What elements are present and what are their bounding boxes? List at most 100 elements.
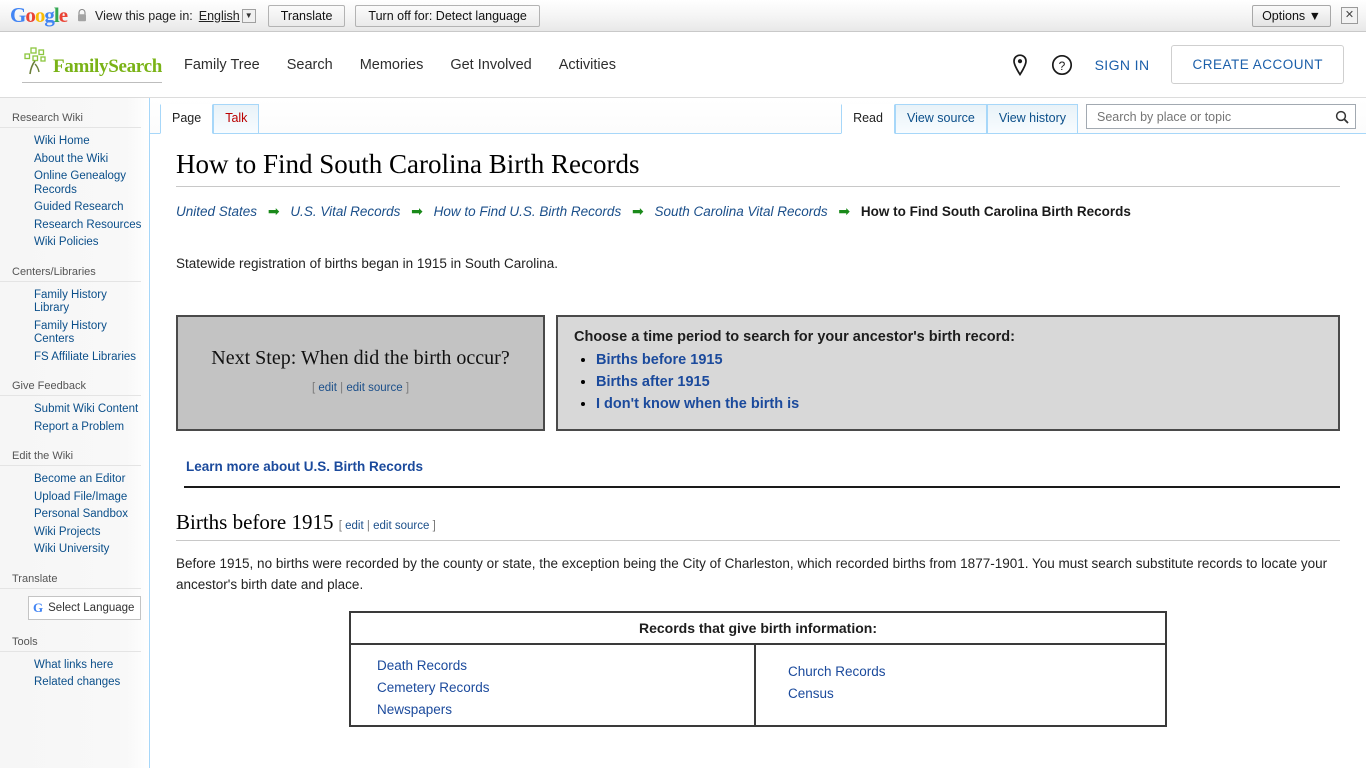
sidebar-item-related-changes[interactable]: Related changes	[0, 674, 149, 692]
record-link-death-records[interactable]: Death Records	[377, 655, 754, 677]
option-unknown-birth-date[interactable]: I don't know when the birth is	[596, 396, 799, 412]
option-births-before-1915[interactable]: Births before 1915	[596, 352, 723, 368]
edit-link[interactable]: edit	[318, 382, 337, 394]
header-right-controls: ? SIGN IN CREATE ACCOUNT	[1011, 45, 1344, 84]
sidebar-item-online-genealogy-records[interactable]: Online Genealogy Records	[0, 168, 149, 199]
tab-page[interactable]: Page	[160, 104, 214, 134]
record-link-census[interactable]: Census	[788, 683, 1165, 705]
sidebar-item-wiki-policies[interactable]: Wiki Policies	[0, 234, 149, 252]
sidebar-group-edit-the-wiki: Become an Editor Upload File/Image Perso…	[0, 469, 149, 569]
familysearch-logo[interactable]: FamilySearch	[22, 46, 162, 83]
nav-item-memories[interactable]: Memories	[360, 57, 424, 73]
sidebar-item-submit-wiki-content[interactable]: Submit Wiki Content	[0, 401, 149, 419]
search-box[interactable]	[1086, 104, 1356, 129]
search-icon[interactable]	[1335, 110, 1349, 124]
record-link-cemetery-records[interactable]: Cemetery Records	[377, 677, 754, 699]
sidebar-item-what-links-here[interactable]: What links here	[0, 657, 149, 675]
wiki-tab-bar: Page Talk Read View source View history	[150, 98, 1366, 134]
records-column-left: Death Records Cemetery Records Newspaper…	[351, 645, 754, 725]
sidebar-item-report-a-problem[interactable]: Report a Problem	[0, 419, 149, 437]
chevron-down-icon[interactable]: ▼	[241, 8, 256, 23]
translate-language-link[interactable]: English	[199, 9, 240, 23]
sidebar-item-family-history-centers[interactable]: Family History Centers	[0, 318, 149, 349]
brand-name: FamilySearch	[53, 56, 162, 77]
nav-item-search[interactable]: Search	[287, 57, 333, 73]
breadcrumb-arrow-icon: ➡	[267, 203, 280, 219]
sidebar-item-research-resources[interactable]: Research Resources	[0, 217, 149, 235]
nav-item-activities[interactable]: Activities	[559, 57, 616, 73]
sidebar-item-about-the-wiki[interactable]: About the Wiki	[0, 151, 149, 169]
section-title-births-before-1915: Births before 1915 [ edit | edit source …	[176, 510, 1340, 541]
help-circle-icon[interactable]: ?	[1051, 54, 1073, 76]
breadcrumb-item-us-vital-records[interactable]: U.S. Vital Records	[290, 204, 400, 219]
list-item: I don't know when the birth is	[596, 395, 1322, 413]
section-heading-text: Births before 1915	[176, 510, 334, 534]
sidebar-group-tools: What links here Related changes	[0, 655, 149, 702]
location-pin-icon[interactable]	[1011, 53, 1029, 76]
search-input[interactable]	[1095, 108, 1335, 125]
choose-box-options: Births before 1915 Births after 1915 I d…	[574, 351, 1322, 413]
next-step-edit-links: [ edit | edit source ]	[312, 382, 409, 394]
nav-item-get-involved[interactable]: Get Involved	[450, 57, 531, 73]
nav-item-family-tree[interactable]: Family Tree	[184, 57, 260, 73]
article-content: How to Find South Carolina Birth Records…	[150, 134, 1366, 768]
translate-bar-right-controls: Options ▼ ✕	[1252, 4, 1358, 27]
sign-in-link[interactable]: SIGN IN	[1095, 57, 1150, 73]
google-translate-bar: Google View this page in: English ▼ Tran…	[0, 0, 1366, 32]
sidebar-item-personal-sandbox[interactable]: Personal Sandbox	[0, 506, 149, 524]
sidebar-item-wiki-university[interactable]: Wiki University	[0, 541, 149, 559]
google-logo: Google	[10, 3, 68, 27]
sidebar-group-give-feedback: Submit Wiki Content Report a Problem	[0, 399, 149, 446]
sidebar-group-research-wiki: Wiki Home About the Wiki Online Genealog…	[0, 131, 149, 262]
tab-read[interactable]: Read	[841, 104, 895, 134]
record-link-church-records[interactable]: Church Records	[788, 661, 1165, 683]
section-edit-links: [ edit | edit source ]	[339, 520, 436, 532]
page-title: How to Find South Carolina Birth Records	[176, 148, 1340, 187]
breadcrumb-item-south-carolina-vital-records[interactable]: South Carolina Vital Records	[654, 204, 827, 219]
select-language-widget[interactable]: G Select Language	[28, 595, 142, 620]
next-step-heading-text: Next Step: When did the birth occur?	[211, 346, 510, 369]
breadcrumb: United States ➡ U.S. Vital Records ➡ How…	[176, 201, 1340, 222]
sidebar-heading-centers-libraries: Centers/Libraries	[0, 262, 141, 282]
turn-off-translate-button[interactable]: Turn off for: Detect language	[355, 4, 540, 27]
translate-options-button[interactable]: Options ▼	[1252, 4, 1331, 27]
sidebar-heading-research-wiki: Research Wiki	[0, 108, 141, 128]
breadcrumb-item-how-to-find-us-birth-records[interactable]: How to Find U.S. Birth Records	[434, 204, 622, 219]
edit-link[interactable]: edit	[345, 520, 364, 532]
sidebar-item-guided-research[interactable]: Guided Research	[0, 199, 149, 217]
learn-more-link[interactable]: Learn more about U.S. Birth Records	[176, 459, 1340, 474]
bracket-close: ]	[432, 520, 436, 532]
edit-source-link[interactable]: edit source	[346, 382, 402, 394]
records-column-right: Church Records Census	[754, 645, 1165, 725]
create-account-button[interactable]: CREATE ACCOUNT	[1171, 45, 1344, 84]
option-births-after-1915[interactable]: Births after 1915	[596, 374, 710, 390]
next-step-box: Next Step: When did the birth occur? [ e…	[176, 315, 545, 431]
breadcrumb-arrow-icon: ➡	[631, 203, 644, 219]
record-link-newspapers[interactable]: Newspapers	[377, 699, 754, 721]
sidebar-heading-tools: Tools	[0, 632, 141, 652]
sidebar-item-family-history-library[interactable]: Family History Library	[0, 287, 149, 318]
breadcrumb-item-united-states[interactable]: United States	[176, 204, 257, 219]
sidebar-item-become-an-editor[interactable]: Become an Editor	[0, 471, 149, 489]
list-item: Births before 1915	[596, 351, 1322, 369]
sidebar: Research Wiki Wiki Home About the Wiki O…	[0, 98, 150, 768]
tab-view-history[interactable]: View history	[986, 104, 1078, 133]
sidebar-item-wiki-home[interactable]: Wiki Home	[0, 133, 149, 151]
sidebar-item-upload-file-image[interactable]: Upload File/Image	[0, 489, 149, 507]
svg-text:?: ?	[1058, 58, 1065, 72]
select-language-label: Select Language	[48, 601, 135, 614]
family-tree-icon	[24, 47, 46, 75]
tab-view-source[interactable]: View source	[894, 104, 987, 133]
translate-button[interactable]: Translate	[267, 4, 346, 27]
edit-source-link[interactable]: edit source	[373, 520, 429, 532]
bracket-open: [	[338, 520, 342, 532]
breadcrumb-arrow-icon: ➡	[838, 203, 851, 219]
next-step-row: Next Step: When did the birth occur? [ e…	[176, 315, 1340, 431]
choose-time-period-box: Choose a time period to search for your …	[556, 315, 1340, 431]
sidebar-item-wiki-projects[interactable]: Wiki Projects	[0, 524, 149, 542]
sidebar-item-fs-affiliate-libraries[interactable]: FS Affiliate Libraries	[0, 349, 149, 367]
records-table-header: Records that give birth information:	[351, 613, 1165, 645]
close-icon[interactable]: ✕	[1341, 7, 1358, 24]
breadcrumb-current-page: How to Find South Carolina Birth Records	[860, 204, 1131, 219]
tab-talk[interactable]: Talk	[213, 104, 260, 133]
